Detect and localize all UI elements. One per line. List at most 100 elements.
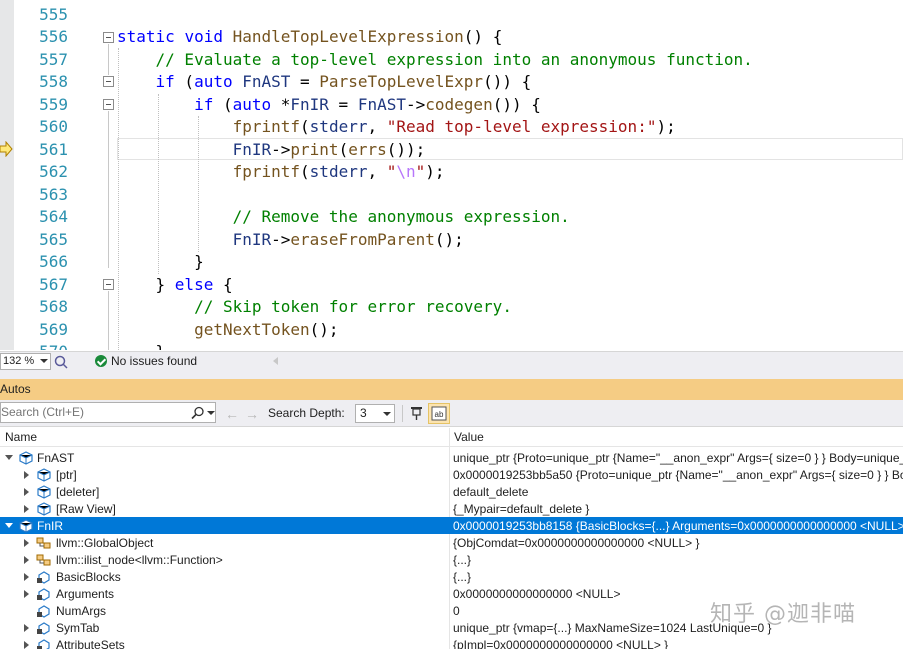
row-name: llvm::GlobalObject	[56, 536, 154, 550]
row-value: {...}	[453, 553, 472, 567]
row-name: llvm::ilist_node<llvm::Function>	[56, 553, 223, 567]
private-field-icon	[37, 571, 50, 584]
scroll-left-icon[interactable]	[273, 357, 278, 365]
autos-window-title-bar[interactable]: Autos	[0, 371, 903, 400]
chevron-down-icon	[40, 359, 48, 363]
issues-status[interactable]: No issues found	[111, 354, 197, 368]
autos-toolbar: ← → Search Depth: 3 ab	[0, 400, 903, 427]
keyword: else	[174, 274, 214, 294]
expand-icon[interactable]	[24, 556, 29, 564]
table-row[interactable]: AttributeSets {pImpl=0x0000000000000000 …	[0, 636, 903, 649]
expand-icon[interactable]	[24, 590, 29, 598]
table-row[interactable]: llvm::ilist_node<llvm::Function> {...}	[0, 551, 903, 568]
glyph-margin[interactable]	[0, 0, 14, 350]
code-punct: );	[656, 117, 676, 136]
table-row[interactable]: llvm::GlobalObject {ObjComdat=0x00000000…	[0, 534, 903, 551]
keyword: auto	[194, 72, 233, 91]
private-field-icon	[37, 622, 50, 635]
code-punct: (	[213, 94, 233, 114]
line-number: 562	[39, 162, 68, 181]
row-value: {_Mypair=default_delete }	[453, 502, 590, 516]
function-name: print	[290, 139, 339, 159]
search-depth-select[interactable]: 3	[355, 404, 395, 423]
search-box[interactable]	[0, 402, 216, 423]
expand-icon[interactable]	[5, 523, 13, 528]
code-punct: =	[328, 94, 358, 114]
code-punct: (	[300, 162, 310, 181]
expand-icon[interactable]	[24, 641, 29, 649]
code-punct: ();	[309, 319, 339, 339]
code-line-560: fprintf(stderr, "Read top-level expressi…	[117, 116, 676, 139]
function-name: fprintf	[232, 162, 301, 181]
row-name: [ptr]	[56, 468, 77, 482]
line-number: 555	[39, 5, 68, 24]
chevron-down-icon[interactable]	[207, 411, 215, 415]
variable-icon	[19, 519, 33, 533]
zoom-select[interactable]: 132 %	[0, 353, 51, 370]
code-punct: =	[290, 72, 320, 91]
code-line-568: // Skip token for error recovery.	[117, 296, 512, 319]
code-punct: {	[213, 274, 233, 294]
table-row[interactable]: [Raw View] {_Mypair=default_delete }	[0, 500, 903, 517]
search-icon[interactable]	[191, 406, 205, 420]
table-row[interactable]: BasicBlocks {...}	[0, 568, 903, 585]
table-row[interactable]: [deleter] default_delete	[0, 483, 903, 500]
expand-icon[interactable]	[5, 455, 13, 460]
code-punct: ->	[271, 139, 291, 159]
string-literal: "	[415, 162, 426, 181]
arrow-right-icon[interactable]: →	[245, 406, 259, 422]
row-name: AttributeSets	[56, 638, 125, 649]
check-circle-icon	[95, 355, 107, 367]
private-field-icon	[37, 639, 50, 649]
line-number: 560	[39, 117, 68, 136]
line-number: 558	[39, 72, 68, 91]
column-header-name[interactable]: Name	[5, 430, 37, 444]
variable: stderr	[309, 162, 368, 181]
pin-icon[interactable]	[409, 405, 424, 421]
function-name: getNextToken	[194, 319, 310, 339]
line-number: 557	[39, 49, 68, 69]
code-text-area[interactable]: static void HandleTopLevelExpression() {…	[100, 0, 903, 350]
expand-icon[interactable]	[24, 471, 29, 479]
table-row-selected[interactable]: FnIR 0x0000019253bb8158 {BasicBlocks={..…	[0, 517, 903, 534]
toolbar-separator	[402, 405, 403, 422]
table-row[interactable]: [ptr] 0x0000019253bb5a50 {Proto=unique_p…	[0, 466, 903, 483]
arrow-left-icon[interactable]: ←	[225, 406, 239, 422]
code-line-566: }	[117, 251, 204, 274]
hex-display-toggle[interactable]: ab	[428, 403, 450, 424]
expand-icon[interactable]	[24, 539, 29, 547]
svg-text:ab: ab	[435, 410, 444, 419]
row-name: NumArgs	[56, 604, 107, 618]
expand-icon[interactable]	[24, 573, 29, 581]
string-literal: "	[386, 162, 397, 181]
line-number: 567	[39, 274, 68, 294]
row-value: unique_ptr {Proto=unique_ptr {Name="__an…	[453, 451, 903, 465]
keyword: if	[155, 72, 175, 91]
expand-icon[interactable]	[24, 505, 29, 513]
function-name: fprintf	[232, 117, 301, 136]
line-number: 559	[39, 94, 68, 114]
code-punct: ()) {	[483, 72, 532, 91]
table-row[interactable]: FnAST unique_ptr {Proto=unique_ptr {Name…	[0, 449, 903, 466]
watermark: 知乎 @迦非喵	[710, 602, 856, 627]
row-value: {pImpl=0x0000000000000000 <NULL> }	[453, 638, 669, 649]
code-punct: (	[174, 72, 195, 91]
variable-icon	[37, 485, 51, 499]
intellicode-icon[interactable]	[54, 355, 68, 369]
line-number: 568	[39, 297, 68, 316]
variable: stderr	[309, 117, 368, 136]
line-number: 563	[39, 184, 68, 204]
row-value: 0x0000000000000000 <NULL>	[453, 587, 621, 601]
code-line-556: static void HandleTopLevelExpression() {	[117, 26, 502, 49]
code-line-570: }	[117, 341, 166, 350]
function-name: HandleTopLevelExpression	[232, 27, 464, 46]
code-editor[interactable]: 555 556 557 558 559 560 561 562 563 564 …	[0, 0, 903, 350]
column-header-value[interactable]: Value	[454, 430, 484, 444]
expand-icon[interactable]	[24, 488, 29, 496]
expand-icon[interactable]	[24, 624, 29, 632]
search-input[interactable]	[1, 405, 186, 419]
row-name: FnAST	[37, 451, 75, 465]
string-literal: "Read top-level expression:"	[386, 117, 657, 136]
function-name: eraseFromParent	[290, 229, 435, 249]
function-name: errs	[348, 139, 387, 159]
